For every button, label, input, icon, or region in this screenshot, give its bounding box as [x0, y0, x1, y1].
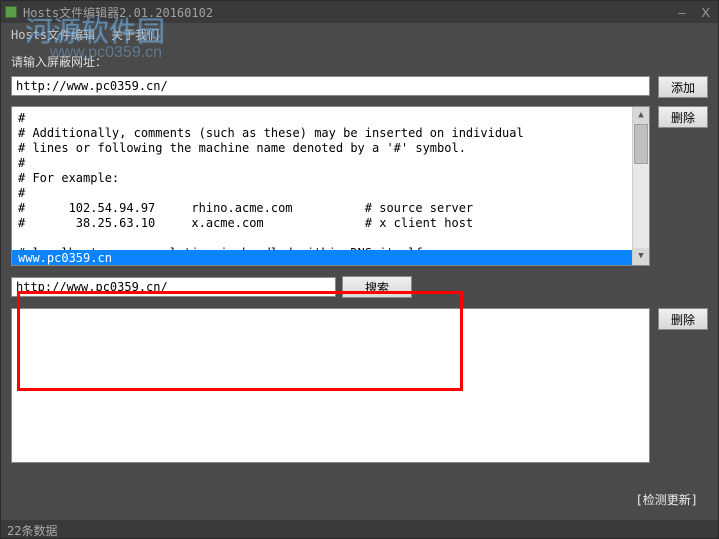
url-input[interactable] — [11, 76, 650, 96]
titlebar[interactable]: Hosts文件编辑器2.01.20160102 – X — [1, 1, 718, 23]
selected-host-row[interactable]: www.pc0359.cn — [12, 250, 632, 265]
content-area: 请输入屏蔽网址： 添加 www.pc0359.cn ▲ ▼ 删除 搜索 — [1, 45, 718, 520]
minimize-button[interactable]: – — [674, 5, 689, 20]
close-button[interactable]: X — [697, 5, 714, 20]
menu-about[interactable]: 关于我们 — [103, 23, 167, 46]
menubar: Hosts文件编辑 关于我们 — [1, 23, 718, 45]
app-icon — [5, 6, 17, 18]
main-window: Hosts文件编辑器2.01.20160102 – X Hosts文件编辑 关于… — [0, 0, 719, 539]
delete-button[interactable]: 删除 — [658, 106, 708, 128]
search-input[interactable] — [11, 277, 336, 297]
result-section: 删除 — [11, 308, 708, 483]
search-button[interactable]: 搜索 — [342, 276, 412, 298]
footer: [检测更新] — [11, 487, 708, 512]
hosts-textarea-container: www.pc0359.cn ▲ ▼ — [11, 106, 650, 266]
url-input-label: 请输入屏蔽网址： — [11, 53, 708, 70]
hosts-textarea[interactable] — [12, 107, 649, 265]
result-listbox[interactable] — [11, 308, 650, 463]
scroll-up-icon[interactable]: ▲ — [633, 107, 649, 124]
delete-result-button[interactable]: 删除 — [658, 308, 708, 330]
url-row: 添加 — [11, 76, 708, 98]
check-update-link[interactable]: [检测更新] — [636, 491, 698, 508]
scroll-thumb[interactable] — [634, 124, 648, 164]
status-text: 22条数据 — [7, 524, 57, 538]
search-row: 搜索 — [11, 276, 708, 298]
scroll-down-icon[interactable]: ▼ — [633, 248, 649, 265]
scrollbar[interactable]: ▲ ▼ — [632, 107, 649, 265]
add-button[interactable]: 添加 — [658, 76, 708, 98]
hosts-section: www.pc0359.cn ▲ ▼ 删除 — [11, 106, 708, 266]
menu-hosts-edit[interactable]: Hosts文件编辑 — [3, 23, 103, 46]
window-controls: – X — [674, 5, 714, 20]
window-title: Hosts文件编辑器2.01.20160102 — [23, 4, 674, 21]
statusbar: 22条数据 — [1, 520, 718, 538]
